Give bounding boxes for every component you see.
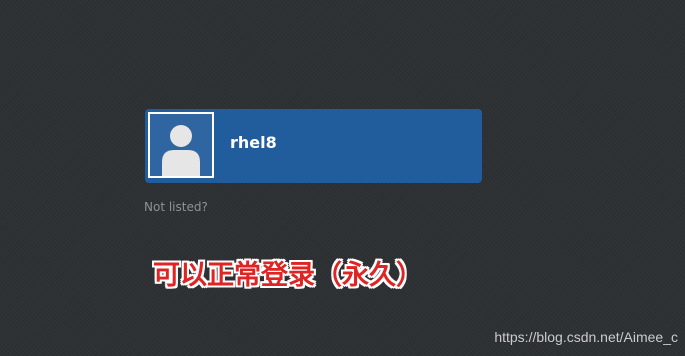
user-item-rhel8[interactable]: rhel8 (145, 109, 482, 183)
annotation-text: 可以正常登录（永久） (153, 260, 423, 291)
watermark-text: https://blog.csdn.net/Aimee_c (494, 329, 678, 345)
avatar (148, 112, 214, 178)
user-list: rhel8 (145, 109, 482, 183)
user-name: rhel8 (230, 133, 277, 152)
not-listed-link[interactable]: Not listed? (144, 200, 208, 214)
user-silhouette-icon (162, 125, 200, 176)
